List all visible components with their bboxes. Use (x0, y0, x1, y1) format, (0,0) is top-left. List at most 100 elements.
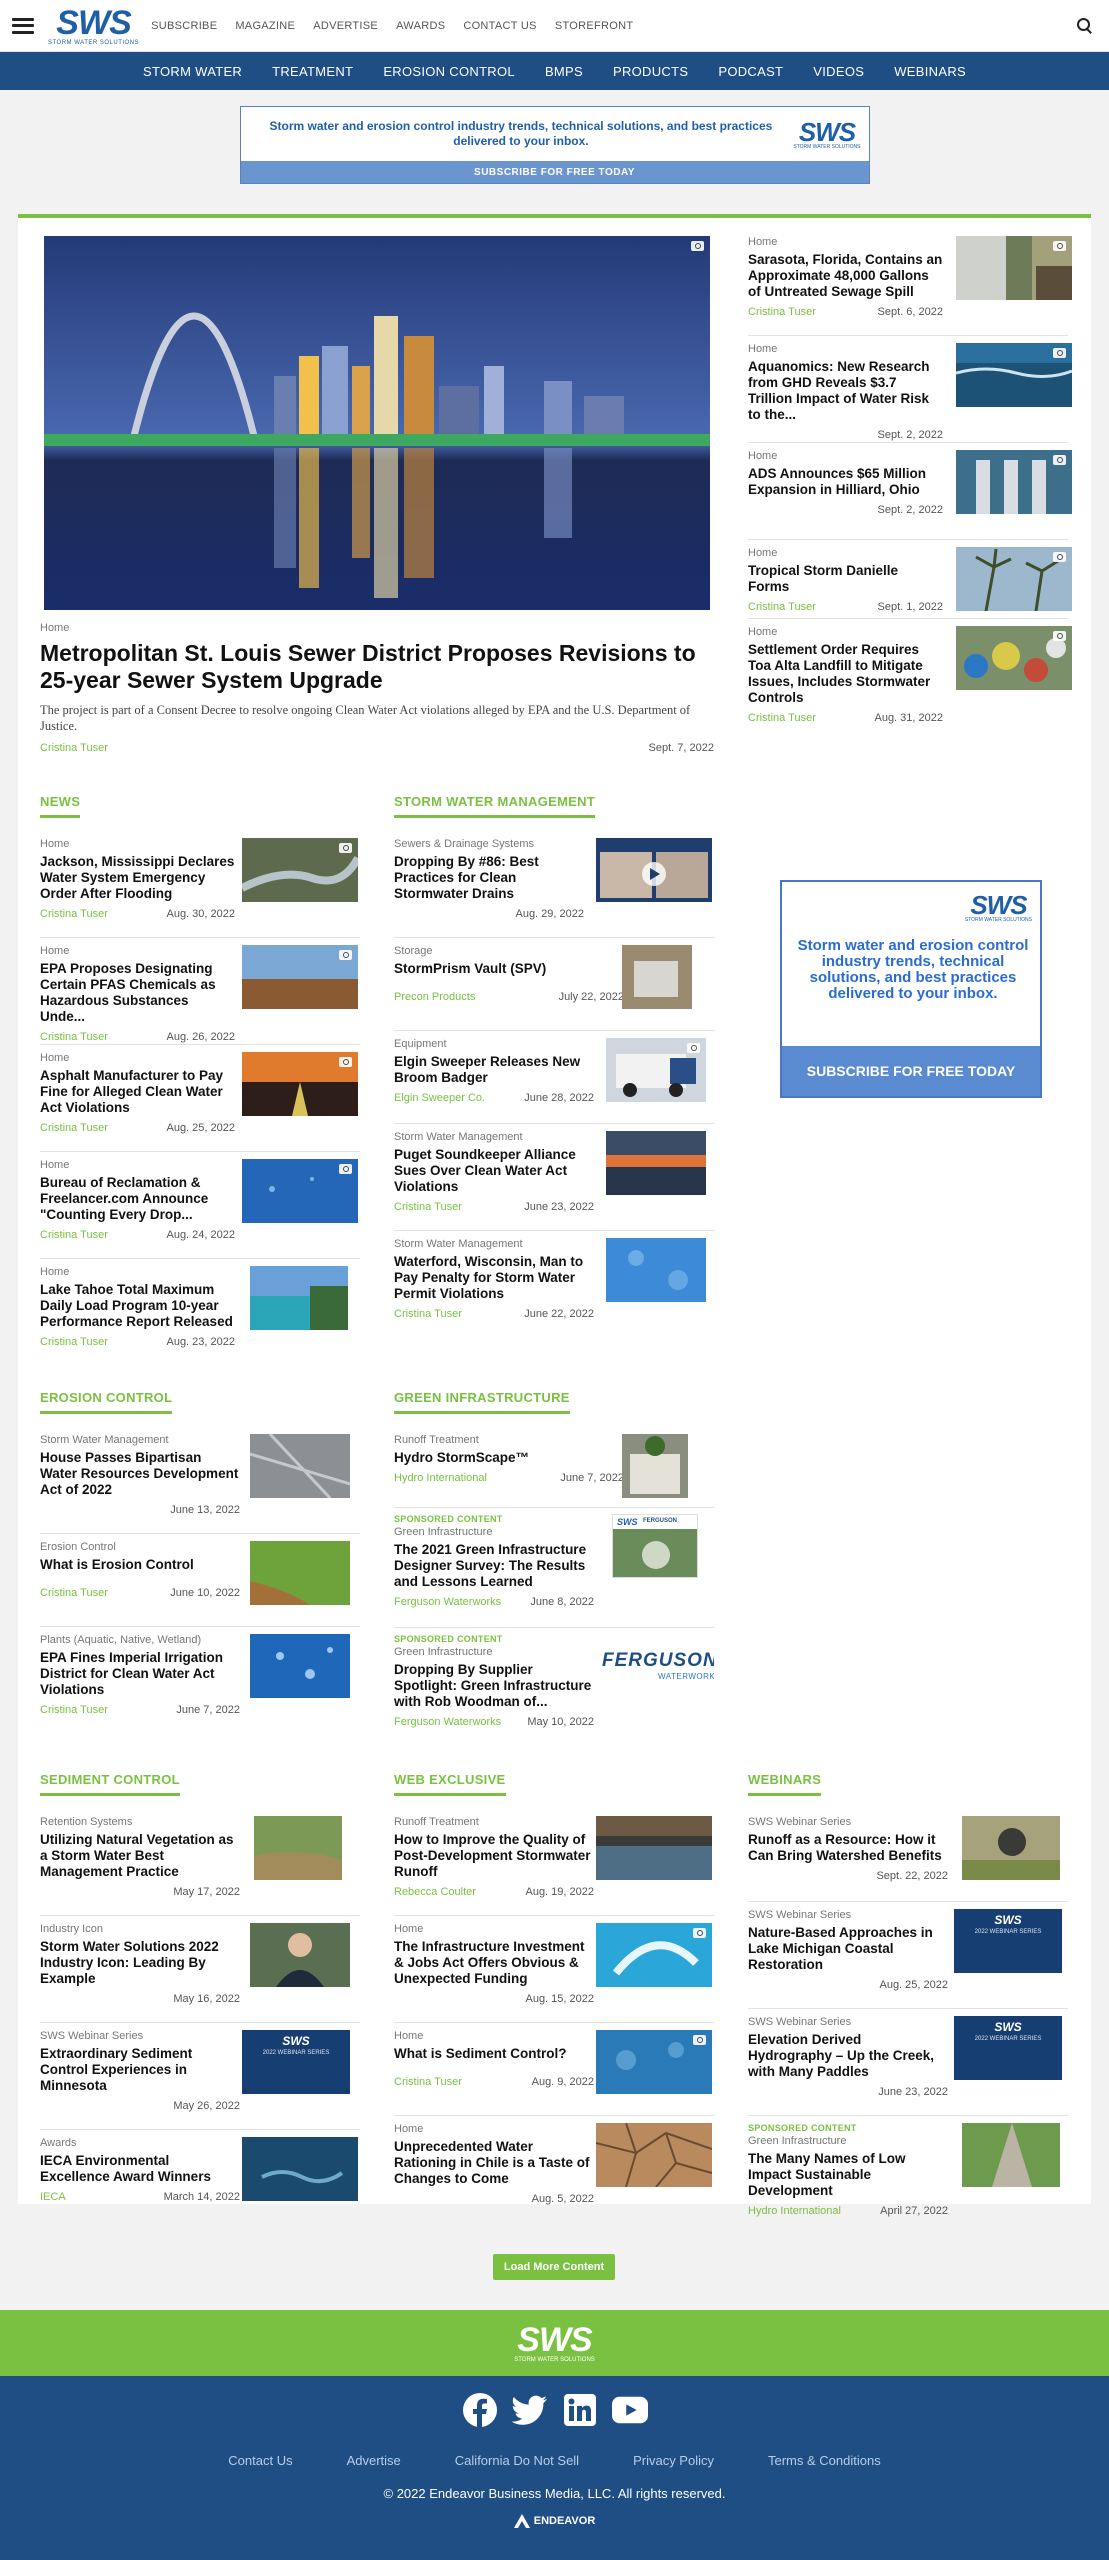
item-author[interactable]: Cristina Tuser (748, 601, 816, 613)
link-subscribe[interactable]: SUBSCRIBE (151, 20, 217, 32)
thumb-image[interactable] (596, 2123, 712, 2187)
thumb-image[interactable] (242, 2137, 358, 2201)
list-item[interactable]: Home Jackson, Mississippi Declares Water … (40, 838, 360, 938)
thumb-image[interactable] (956, 343, 1072, 407)
section-heading-sediment-control[interactable]: SEDIMENT CONTROL (40, 1772, 180, 1796)
list-item[interactable]: Home EPA Proposes Designating Certain PFA… (40, 945, 360, 1045)
list-item[interactable]: SPONSORED CONTENT Green Infrastructure The… (748, 2123, 1068, 2233)
hero-title[interactable]: Metropolitan St. Louis Sewer District Pr… (40, 640, 730, 694)
thumb-image[interactable] (962, 2123, 1060, 2187)
thumb-image[interactable] (596, 2030, 712, 2094)
list-item[interactable]: Home Settlement Order Requires Toa Alta L… (748, 626, 1072, 724)
item-author[interactable]: Cristina Tuser (40, 1587, 108, 1599)
nav-treatment[interactable]: TREATMENT (272, 64, 353, 79)
list-item[interactable]: Home Sarasota, Florida, Contains an Appro… (748, 236, 1072, 336)
nav-webinars[interactable]: WEBINARS (894, 64, 966, 79)
thumb-image[interactable] (606, 1038, 706, 1102)
list-item[interactable]: Home What is Sediment Control? Cristina Tu… (394, 2030, 714, 2116)
subscribe-banner-ad[interactable]: Storm water and erosion control industry… (239, 106, 870, 184)
item-author[interactable]: Hydro International (748, 2205, 841, 2217)
item-author[interactable]: Cristina Tuser (40, 1031, 108, 1043)
section-heading-news[interactable]: NEWS (40, 794, 81, 818)
item-author[interactable]: Cristina Tuser (40, 908, 108, 920)
thumb-image[interactable] (956, 626, 1072, 690)
ferguson-logo-thumb[interactable]: FERGUSON WATERWORKS (600, 1634, 714, 1698)
thumb-image[interactable] (242, 838, 358, 902)
item-author[interactable]: Ferguson Waterworks (394, 1596, 501, 1608)
webinar-thumb-image[interactable]: SWS 2022 WEBINAR SERIES (954, 1909, 1062, 1973)
video-thumb-image[interactable] (596, 838, 712, 902)
thumb-image[interactable] (962, 1816, 1060, 1880)
footer-link-terms[interactable]: Terms & Conditions (768, 2453, 881, 2468)
subscribe-sidebar-ad[interactable]: SWS STORM WATER SOLUTIONS Storm water and… (780, 880, 1042, 1098)
twitter-icon[interactable] (511, 2392, 548, 2428)
thumb-image[interactable] (596, 1816, 712, 1880)
list-item[interactable]: Retention Systems Utilizing Natural Veget… (40, 1816, 360, 1916)
link-storefront[interactable]: STOREFRONT (555, 20, 634, 32)
list-item[interactable]: Home The Infrastructure Investment & Jobs… (394, 1923, 714, 2023)
thumb-image[interactable] (250, 1541, 350, 1605)
list-item[interactable]: Runoff Treatment Hydro StormScape™ Hydro I… (394, 1434, 714, 1508)
thumb-image[interactable] (606, 1238, 706, 1302)
thumb-image[interactable] (596, 1923, 712, 1987)
thumb-image[interactable] (250, 1923, 350, 1987)
nav-bmps[interactable]: BMPS (545, 64, 583, 79)
thumb-image[interactable] (242, 1159, 358, 1223)
list-item[interactable]: SPONSORED CONTENT Green Infrastructure Dro… (394, 1634, 714, 1742)
list-item[interactable]: Industry Icon Storm Water Solutions 2022 … (40, 1923, 360, 2023)
thumb-image[interactable] (242, 1052, 358, 1116)
item-author[interactable]: Rebecca Coulter (394, 1886, 476, 1898)
thumb-image[interactable] (622, 945, 692, 1009)
section-heading-storm-water-management[interactable]: STORM WATER MANAGEMENT (394, 794, 596, 818)
item-author[interactable]: Cristina Tuser (394, 1201, 462, 1213)
list-item[interactable]: SWS Webinar Series Runoff as a Resource: … (748, 1816, 1068, 1902)
site-logo[interactable]: SWS STORM WATER SOLUTIONS (48, 6, 139, 46)
load-more-button[interactable]: Load More Content (493, 2254, 615, 2280)
webinar-thumb-image[interactable]: SWS 2022 WEBINAR SERIES (242, 2030, 350, 2094)
item-author[interactable]: Cristina Tuser (394, 2076, 462, 2088)
footer-logo[interactable]: SWS STORM WATER SOLUTIONS (514, 2323, 595, 2363)
list-item[interactable]: Storm Water Management Waterford, Wiscons… (394, 1238, 714, 1338)
list-item[interactable]: Awards IECA Environmental Excellence Awar… (40, 2137, 360, 2217)
list-item[interactable]: SWS Webinar Series Extraordinary Sediment… (40, 2030, 360, 2130)
item-author[interactable]: IECA (40, 2191, 66, 2203)
item-author[interactable]: Cristina Tuser (40, 1336, 108, 1348)
list-item[interactable]: Plants (Aquatic, Native, Wetland) EPA Fin… (40, 1634, 360, 1734)
thumb-image[interactable] (606, 1131, 706, 1195)
item-author[interactable]: Cristina Tuser (394, 1308, 462, 1320)
hero-author[interactable]: Cristina Tuser (40, 742, 108, 754)
item-author[interactable]: Ferguson Waterworks (394, 1716, 501, 1728)
webinar-thumb-image[interactable]: SWS 2022 WEBINAR SERIES (954, 2016, 1062, 2080)
hamburger-menu-icon[interactable] (12, 17, 34, 34)
nav-erosion-control[interactable]: EROSION CONTROL (383, 64, 515, 79)
list-item[interactable]: Home Unprecedented Water Rationing in Chi… (394, 2123, 714, 2217)
list-item[interactable]: SWS Webinar Series Elevation Derived Hydr… (748, 2016, 1068, 2116)
list-item[interactable]: Home Asphalt Manufacturer to Pay Fine for… (40, 1052, 360, 1152)
list-item[interactable]: Storm Water Management Puget Soundkeeper … (394, 1131, 714, 1231)
link-advertise[interactable]: ADVERTISE (313, 20, 378, 32)
item-author[interactable]: Hydro International (394, 1472, 487, 1484)
list-item[interactable]: Sewers & Drainage Systems Dropping By #86… (394, 838, 714, 938)
list-item[interactable]: Storage StormPrism Vault (SPV) Precon Prod… (394, 945, 714, 1031)
item-author[interactable]: Elgin Sweeper Co. (394, 1092, 485, 1104)
item-author[interactable]: Cristina Tuser (40, 1122, 108, 1134)
search-icon[interactable] (1077, 17, 1093, 34)
list-item[interactable]: Erosion Control What is Erosion Control Cr… (40, 1541, 360, 1627)
footer-link-privacy-policy[interactable]: Privacy Policy (633, 2453, 714, 2468)
nav-podcast[interactable]: PODCAST (718, 64, 783, 79)
list-item[interactable]: Home Tropical Storm Danielle Forms Cristin… (748, 547, 1072, 619)
section-heading-green-infrastructure[interactable]: GREEN INFRASTRUCTURE (394, 1390, 570, 1414)
list-item[interactable]: Home ADS Announces $65 Million Expansion … (748, 450, 1072, 540)
thumb-image[interactable] (242, 945, 358, 1009)
link-awards[interactable]: AWARDS (396, 20, 445, 32)
nav-products[interactable]: PRODUCTS (613, 64, 688, 79)
thumb-image[interactable] (956, 236, 1072, 300)
section-heading-web-exclusive[interactable]: WEB EXCLUSIVE (394, 1772, 506, 1796)
list-item[interactable]: SWS Webinar Series Nature-Based Approache… (748, 1909, 1068, 2009)
list-item[interactable]: Home Lake Tahoe Total Maximum Daily Load … (40, 1266, 360, 1366)
section-heading-webinars[interactable]: WEBINARS (748, 1772, 822, 1796)
footer-link-do-not-sell[interactable]: California Do Not Sell (455, 2453, 579, 2468)
thumb-image[interactable]: SWS FERGUSON (612, 1514, 698, 1578)
item-author[interactable]: Cristina Tuser (40, 1704, 108, 1716)
thumb-image[interactable] (250, 1434, 350, 1498)
